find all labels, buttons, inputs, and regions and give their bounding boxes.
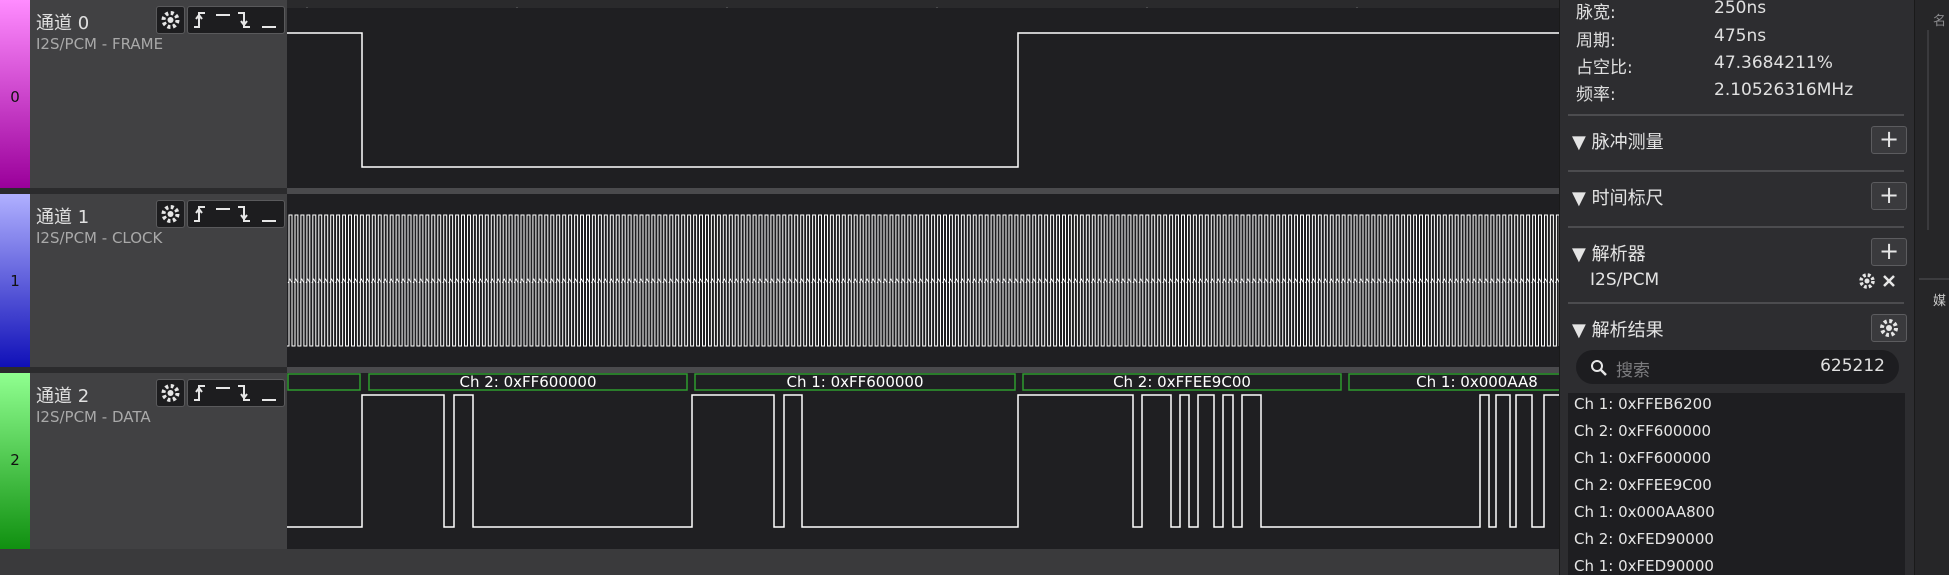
list-item[interactable]: Ch 2: 0xFFEE9C00 [1574,476,1712,494]
results-settings-button[interactable] [1871,314,1907,342]
dock-label: 媒 [1933,294,1947,309]
channel-0-header[interactable]: 0 通道 0 I2S/PCM - FRAME [0,0,287,188]
divider [1568,302,1904,304]
period-label: 周期: [1576,31,1616,51]
pulse-width-label: 脉宽: [1576,3,1616,23]
channel-2-protocol: I2S/PCM - DATA [36,408,151,426]
edge-trigger-icons [194,12,276,28]
decode-label: Ch 1: 0xFF600000 [786,373,923,391]
channel-2-waveform[interactable]: Ch 2: 0xFF600000 Ch 1: 0xFF600000 Ch 2: … [287,373,1570,549]
decode-label: Ch 2: 0xFFEE9C00 [1113,373,1251,391]
channel-1-waveform[interactable] [287,194,1560,367]
channel-2-name[interactable]: 通道 2 [36,382,89,408]
search-icon [1591,360,1607,376]
channel-1-header[interactable]: 1 通道 1 I2S/PCM - CLOCK [0,194,287,367]
pulse-width-value: 250ns [1714,0,1767,18]
list-item[interactable]: Ch 1: 0x000AA800 [1574,503,1715,521]
channel-0-settings-button[interactable] [156,6,185,34]
gear-icon [161,384,180,402]
channel-1-name[interactable]: 通道 1 [36,203,89,229]
analyzer-item-label[interactable]: I2S/PCM [1590,270,1659,290]
clock-pulse-train [287,214,1560,347]
pulse-measure-header[interactable]: ▼ 脉冲测量 [1572,128,1664,154]
channel-0-trigger-buttons[interactable] [187,6,285,34]
channel-1-settings-button[interactable] [156,200,185,228]
decode-label: Ch 1: 0x000AA8 [1416,373,1538,391]
duty-value: 47.3684211% [1714,53,1833,73]
period-row: 周期: 475ns [1576,26,1766,51]
channel-0-protocol: I2S/PCM - FRAME [36,35,164,53]
dock-label: 名 [1933,14,1947,29]
results-header[interactable]: ▼ 解析结果 [1572,316,1664,342]
channel-0-name[interactable]: 通道 0 [36,9,89,35]
channel-1-protocol: I2S/PCM - CLOCK [36,229,163,247]
divider [1568,114,1904,116]
edge-trigger-icons [194,385,276,401]
list-item[interactable]: Ch 2: 0xFF600000 [1574,422,1711,440]
plus-icon: + [1878,237,1900,265]
plus-icon: + [1878,125,1900,153]
list-item[interactable]: Ch 2: 0xFED90000 [1574,530,1714,548]
duty-label: 占空比: [1576,58,1633,78]
gear-icon[interactable] [1857,271,1877,291]
scrollbar-track[interactable] [1927,30,1929,230]
results-list[interactable]: Ch 1: 0xFFEB6200 Ch 2: 0xFF600000 Ch 1: … [1568,393,1905,575]
plus-icon: + [1878,181,1900,209]
channel-1-index: 1 [10,272,20,290]
divider [1919,278,1949,280]
side-panel: 脉宽: 250ns 周期: 475ns 占空比: 47.3684211% 频率:… [1559,0,1915,575]
list-item[interactable]: Ch 1: 0xFFEB6200 [1574,395,1712,413]
channel-2-settings-button[interactable] [156,379,185,407]
add-time-ruler-button[interactable]: + [1871,182,1907,210]
frame-signal-trace [287,32,1559,168]
status-bar [0,549,1559,575]
channel-2-trigger-buttons[interactable] [187,379,285,407]
time-ruler[interactable] [287,0,1559,15]
clock-signal-trace [287,214,1560,347]
list-item[interactable]: Ch 1: 0xFF600000 [1574,449,1711,467]
frequency-value: 2.10526316MHz [1714,80,1854,100]
channel-1-trigger-buttons[interactable] [187,200,285,228]
pulse-width-row: 脉宽: 250ns [1576,0,1766,23]
duty-row: 占空比: 47.3684211% [1576,53,1833,78]
search-input[interactable]: 搜索 [1616,356,1650,381]
search-result-count: 625212 [1820,356,1885,376]
gear-icon [1880,319,1898,337]
analyzer-header[interactable]: ▼ 解析器 [1572,240,1646,266]
add-pulse-measure-button[interactable]: + [1871,126,1907,154]
time-ruler-header[interactable]: ▼ 时间标尺 [1572,184,1664,210]
edge-trigger-icons [194,206,276,222]
divider [1568,170,1904,172]
gear-icon [161,205,180,223]
data-signal-trace: Ch 2: 0xFF600000 Ch 1: 0xFF600000 Ch 2: … [287,373,1570,528]
results-search-bar[interactable]: 搜索 625212 [1576,350,1899,384]
channel-2-index: 2 [10,451,20,469]
frequency-label: 频率: [1576,85,1616,105]
frequency-row: 频率: 2.10526316MHz [1576,80,1853,105]
close-icon[interactable] [1881,273,1897,289]
right-dock-strip[interactable]: 名 媒 [1914,0,1949,575]
channel-0-index: 0 [10,88,20,106]
decode-label: Ch 2: 0xFF600000 [459,373,596,391]
gear-icon [161,11,180,29]
period-value: 475ns [1714,26,1767,46]
channel-0-waveform[interactable] [287,8,1559,188]
divider [1568,226,1904,228]
add-analyzer-button[interactable]: + [1871,238,1907,266]
list-item[interactable]: Ch 1: 0xFED90000 [1574,557,1714,575]
channel-2-header[interactable]: 2 通道 2 I2S/PCM - DATA [0,373,287,549]
